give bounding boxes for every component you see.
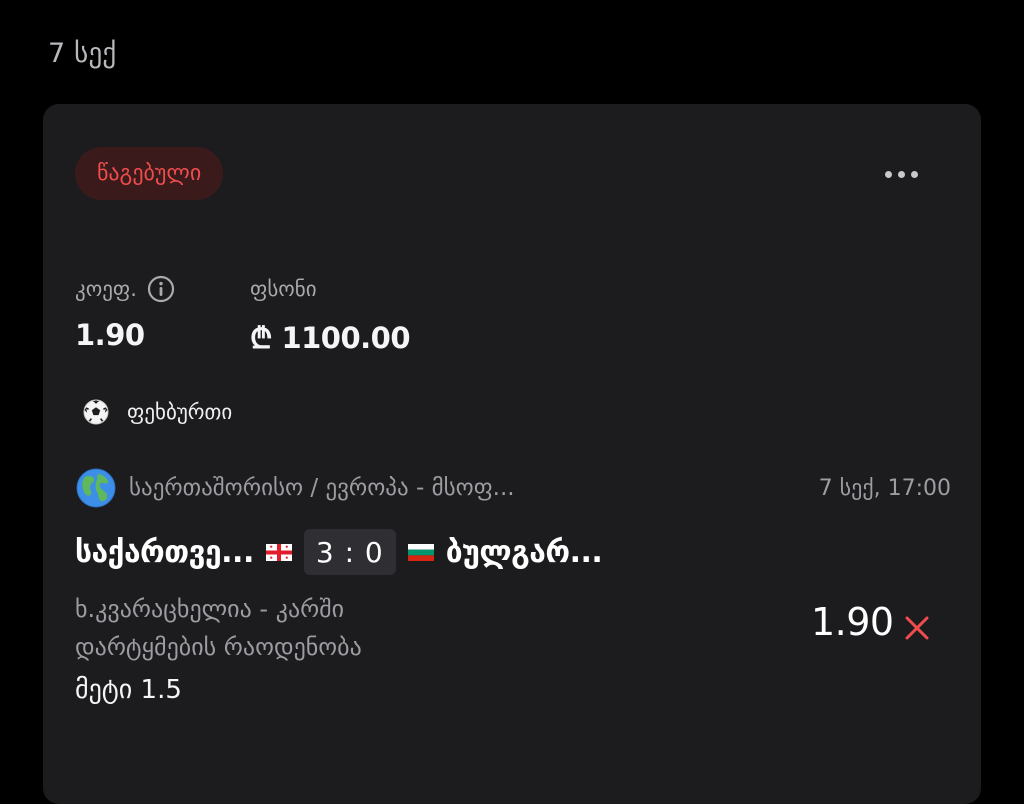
- sport-row: ფეხბურთი: [83, 394, 232, 430]
- globe-icon: [76, 468, 116, 508]
- date-header: 7 სექ: [48, 38, 117, 69]
- market-name-line1: ხ.კვარაცხელია - კარში: [75, 595, 345, 623]
- soccer-ball-icon: [83, 399, 109, 425]
- match-score: 3 : 0: [303, 529, 396, 575]
- league-name[interactable]: საერთაშორისო / ევროპა - მსოფ...: [129, 475, 799, 501]
- market-info: ხ.კვარაცხელია - კარში დარტყმების რაოდენო…: [75, 590, 775, 710]
- coef-label: კოეფ.: [75, 277, 137, 301]
- close-x-icon: [905, 616, 929, 640]
- selection-odd: 1.90: [811, 600, 894, 644]
- more-dots-icon: [897, 170, 905, 178]
- georgia-flag-icon: [265, 543, 292, 561]
- coef-value: 1.90: [75, 318, 145, 352]
- selection-label: მეტი 1.5: [75, 675, 182, 705]
- bulgaria-flag-icon: [407, 543, 434, 561]
- bet-card[interactable]: წაგებული კოეფ. 1.90 ფსონი ₾ 1100.00 ფეხბ…: [43, 104, 981, 804]
- coef-label-row: კოეფ.: [75, 272, 175, 306]
- match-row[interactable]: საქართვე... 3 : 0 ბულგარ...: [75, 528, 603, 576]
- stake-value: ₾ 1100.00: [250, 321, 411, 355]
- stake-stat: ფსონი ₾ 1100.00: [250, 272, 411, 357]
- match-time: 7 სექ, 17:00: [818, 475, 951, 501]
- more-options-button[interactable]: [873, 156, 929, 192]
- more-dots-icon: [884, 170, 892, 178]
- sport-label: ფეხბურთი: [127, 400, 233, 424]
- league-row: საერთაშორისო / ევროპა - მსოფ... 7 სექ, 1…: [75, 468, 951, 508]
- market-name-line2: დარტყმების რაოდენობა: [75, 633, 362, 661]
- more-dots-icon: [910, 170, 918, 178]
- away-team-name: ბულგარ...: [445, 534, 603, 570]
- home-team-name: საქართვე...: [75, 534, 254, 570]
- info-icon[interactable]: [147, 275, 175, 303]
- status-badge: წაგებული: [75, 147, 224, 200]
- stake-label: ფსონი: [250, 277, 317, 301]
- coef-stat: კოეფ. 1.90: [75, 272, 175, 352]
